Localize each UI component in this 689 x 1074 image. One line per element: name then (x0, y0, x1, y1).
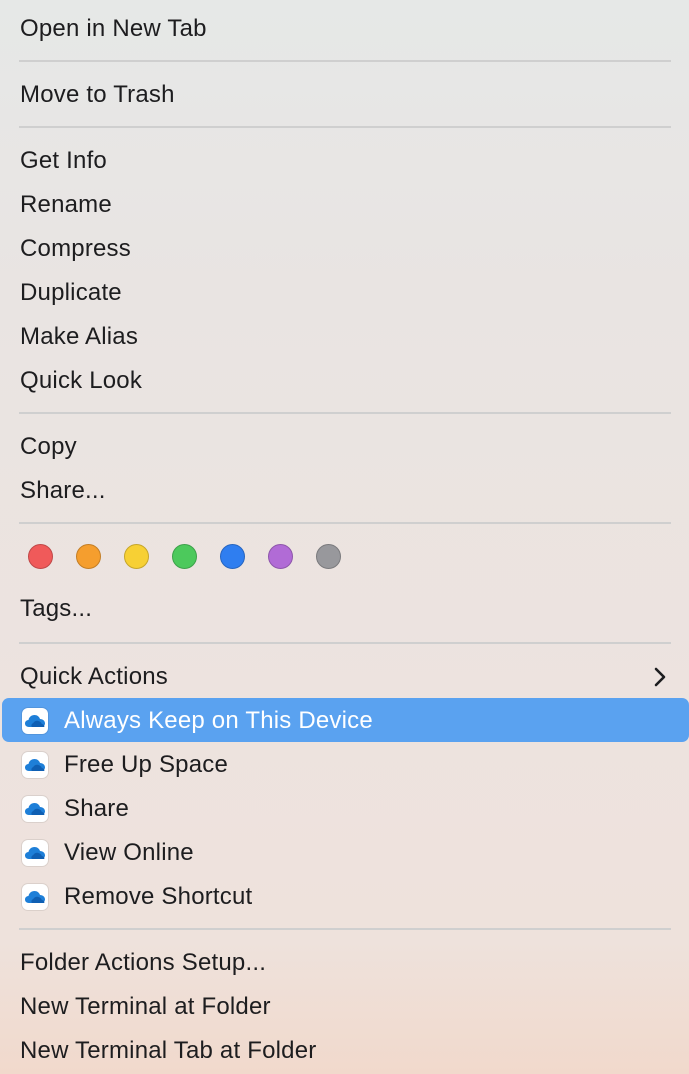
tag-red-dot[interactable] (28, 544, 53, 569)
menu-item-label: Remove Shortcut (64, 883, 253, 910)
tag-yellow-dot[interactable] (124, 544, 149, 569)
menu-item-label: Move to Trash (20, 81, 175, 108)
menu-item-onedrive-share[interactable]: Share (0, 787, 689, 831)
menu-item-free-up-space[interactable]: Free Up Space (0, 743, 689, 787)
onedrive-cloud-icon (22, 708, 48, 734)
context-menu: Open in New Tab Move to Trash Get Info R… (0, 0, 689, 1074)
tag-purple-dot[interactable] (268, 544, 293, 569)
menu-separator (19, 928, 671, 930)
tag-green-dot[interactable] (172, 544, 197, 569)
menu-item-label: Duplicate (20, 279, 122, 306)
menu-item-open-in-new-tab[interactable]: Open in New Tab (0, 7, 689, 51)
menu-item-label: Folder Actions Setup... (20, 949, 267, 976)
menu-item-get-info[interactable]: Get Info (0, 139, 689, 183)
onedrive-cloud-icon (22, 752, 48, 778)
menu-item-label: New Terminal at Folder (20, 993, 271, 1020)
menu-separator (19, 412, 671, 414)
menu-item-share[interactable]: Share... (0, 469, 689, 513)
menu-item-folder-actions-setup[interactable]: Folder Actions Setup... (0, 941, 689, 985)
menu-item-label: Share... (20, 477, 106, 504)
menu-item-quick-look[interactable]: Quick Look (0, 359, 689, 403)
menu-item-label: Compress (20, 235, 131, 262)
menu-separator (19, 60, 671, 62)
tag-gray-dot[interactable] (316, 544, 341, 569)
tag-orange-dot[interactable] (76, 544, 101, 569)
menu-item-move-to-trash[interactable]: Move to Trash (0, 73, 689, 117)
menu-item-view-online[interactable]: View Online (0, 831, 689, 875)
onedrive-cloud-icon (22, 796, 48, 822)
tag-color-row (0, 538, 689, 578)
menu-item-label: Always Keep on This Device (64, 707, 373, 734)
onedrive-cloud-icon (22, 840, 48, 866)
menu-item-duplicate[interactable]: Duplicate (0, 271, 689, 315)
menu-item-rename[interactable]: Rename (0, 183, 689, 227)
menu-item-label: Quick Actions (20, 663, 168, 690)
menu-separator (19, 642, 671, 644)
menu-item-label: Open in New Tab (20, 15, 207, 42)
menu-item-label: Share (64, 795, 130, 822)
menu-separator (19, 522, 671, 524)
menu-item-quick-actions[interactable]: Quick Actions (0, 655, 689, 699)
menu-item-remove-shortcut[interactable]: Remove Shortcut (0, 875, 689, 919)
menu-item-label: Get Info (20, 147, 107, 174)
menu-item-label: New Terminal Tab at Folder (20, 1037, 317, 1064)
menu-item-label: Quick Look (20, 367, 143, 394)
menu-item-make-alias[interactable]: Make Alias (0, 315, 689, 359)
menu-item-tags[interactable]: Tags... (0, 587, 689, 631)
menu-item-new-terminal-tab-at-folder[interactable]: New Terminal Tab at Folder (0, 1029, 689, 1073)
menu-item-label: Rename (20, 191, 112, 218)
onedrive-cloud-icon (22, 884, 48, 910)
chevron-right-icon (654, 667, 666, 687)
menu-item-label: View Online (64, 839, 194, 866)
menu-item-compress[interactable]: Compress (0, 227, 689, 271)
menu-item-label: Free Up Space (64, 751, 229, 778)
tag-blue-dot[interactable] (220, 544, 245, 569)
menu-separator (19, 126, 671, 128)
menu-item-copy[interactable]: Copy (0, 425, 689, 469)
menu-item-new-terminal-at-folder[interactable]: New Terminal at Folder (0, 985, 689, 1029)
menu-item-label: Copy (20, 433, 77, 460)
menu-item-always-keep-on-device[interactable]: Always Keep on This Device (0, 699, 689, 743)
menu-item-label: Tags... (20, 595, 93, 622)
menu-item-label: Make Alias (20, 323, 139, 350)
